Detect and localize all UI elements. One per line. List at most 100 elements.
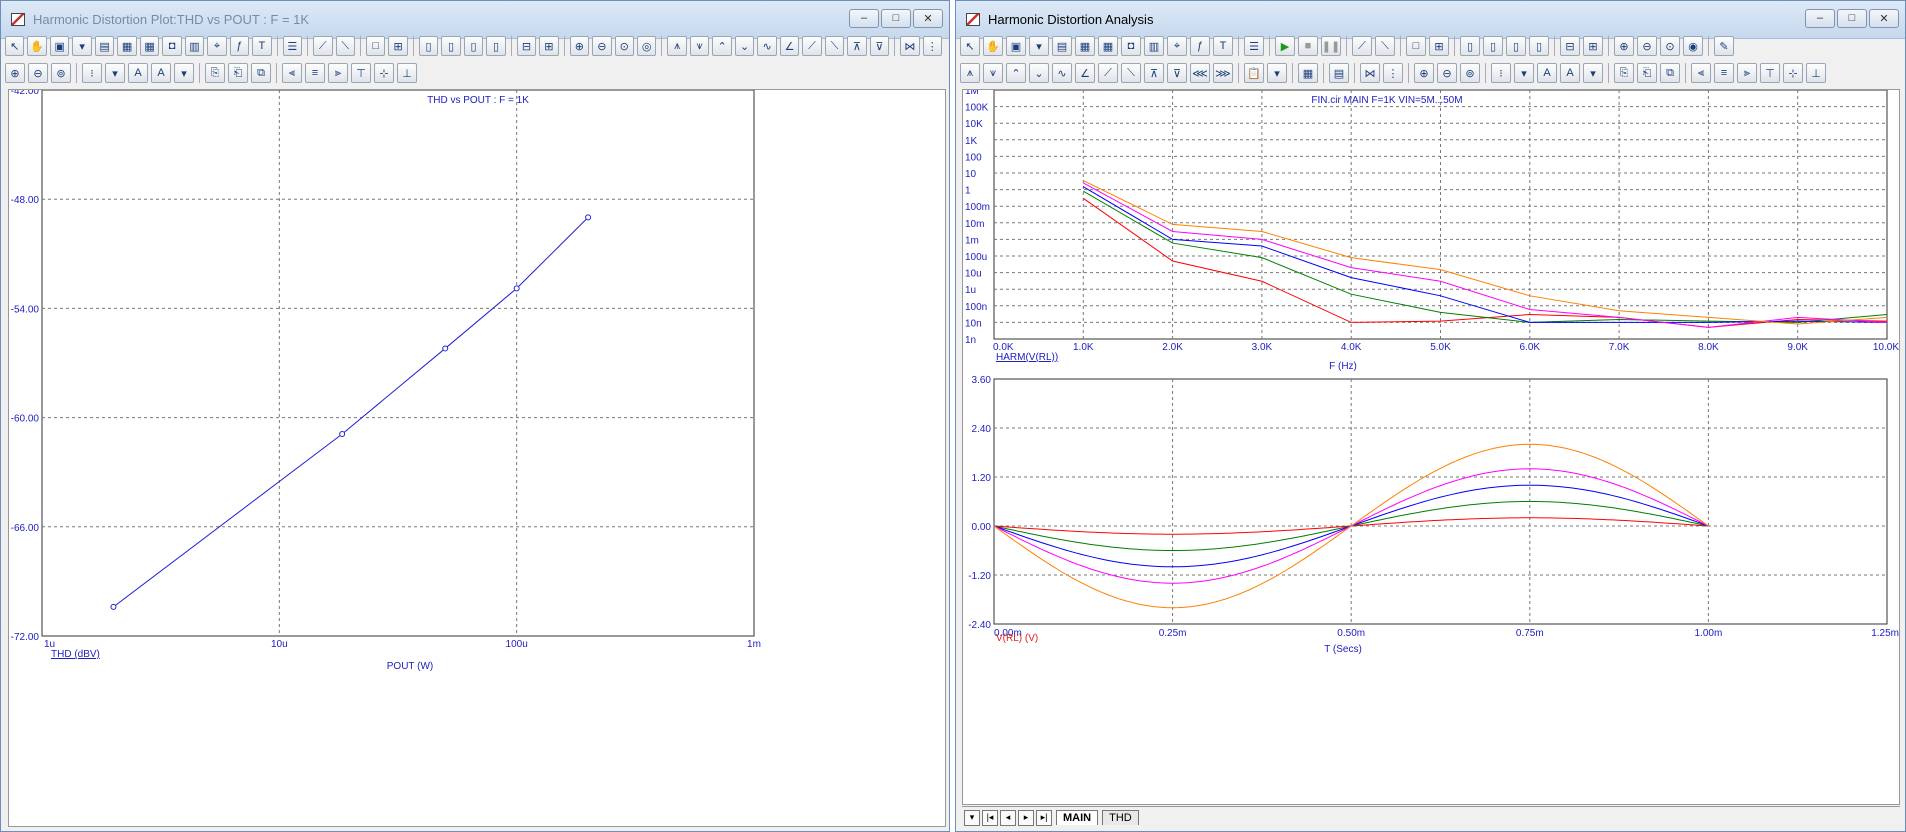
align-left-icon[interactable]: ⫷ xyxy=(1691,63,1711,83)
align-bottom-icon[interactable]: ⊥ xyxy=(397,63,417,83)
zoom-reset-icon[interactable]: ◎ xyxy=(637,36,657,56)
bottom-icon[interactable]: ⊽ xyxy=(869,36,890,56)
graph-icon[interactable]: ▤ xyxy=(94,36,115,56)
grid-style-icon[interactable]: ⁝ xyxy=(1491,63,1511,83)
inflection-icon[interactable]: ∿ xyxy=(757,36,777,56)
box-icon[interactable]: □ xyxy=(1406,36,1426,56)
function-icon[interactable]: ƒ xyxy=(1190,36,1210,56)
right-close-button[interactable]: ✕ xyxy=(1869,9,1899,28)
high-icon[interactable]: ⌃ xyxy=(712,36,732,56)
layout-4-icon[interactable]: ▯ xyxy=(486,36,506,56)
grid-dropdown-icon[interactable]: ▾ xyxy=(105,63,125,83)
slope-icon[interactable]: ∠ xyxy=(779,36,800,56)
align-middle-icon[interactable]: ⊹ xyxy=(1783,63,1803,83)
valley-icon[interactable]: ⩛ xyxy=(689,36,710,56)
pan-icon[interactable]: ✋ xyxy=(27,36,47,56)
font-dropdown-icon[interactable]: ▾ xyxy=(174,63,194,83)
zoom-in-small-icon[interactable]: ⊕ xyxy=(5,63,25,83)
right-maximize-button[interactable]: □ xyxy=(1837,9,1867,28)
grid-icon[interactable]: ▦ xyxy=(1098,36,1118,56)
scale-icon[interactable]: ▣ xyxy=(1006,36,1026,56)
align-middle-icon[interactable]: ⊹ xyxy=(374,63,394,83)
harmonics-y-label[interactable]: HARM(V(RL)) xyxy=(996,352,1058,363)
font-style-icon[interactable]: A xyxy=(151,63,171,83)
duplicate-icon[interactable]: ⧉ xyxy=(1660,63,1680,83)
right-minimize-button[interactable]: – xyxy=(1805,9,1835,28)
scale-icon[interactable]: ▣ xyxy=(49,36,70,56)
text-icon[interactable]: T xyxy=(252,36,272,56)
top-icon[interactable]: ⊼ xyxy=(1144,63,1164,83)
line-erase-icon[interactable]: ⟍ xyxy=(1375,36,1395,56)
edit-icon[interactable]: ✎ xyxy=(1714,36,1734,56)
select-mode-icon[interactable]: ↖ xyxy=(960,36,980,56)
pan-icon[interactable]: ✋ xyxy=(983,36,1003,56)
grid-icon[interactable]: ▦ xyxy=(139,36,160,56)
thd-plot-area[interactable]: THD vs POUT : F = 1K -42.00 -48.00 -54.00 -… xyxy=(8,86,946,827)
layout-3-icon[interactable]: ▯ xyxy=(1506,36,1526,56)
zoom-in-icon[interactable]: ⊕ xyxy=(1614,36,1634,56)
top-icon[interactable]: ⊼ xyxy=(847,36,867,56)
align-right-icon[interactable]: ⫸ xyxy=(1737,63,1757,83)
font-icon[interactable]: A xyxy=(1537,63,1557,83)
prev-point-icon[interactable]: ⟍ xyxy=(1121,63,1141,83)
cursor-icon[interactable]: ⌖ xyxy=(207,36,227,56)
align-top-icon[interactable]: ⊤ xyxy=(351,63,371,83)
layout-3-icon[interactable]: ▯ xyxy=(463,36,484,56)
valley-icon[interactable]: ⩛ xyxy=(983,63,1003,83)
graph-icon[interactable]: ▤ xyxy=(1052,36,1072,56)
y-axis-label[interactable]: THD (dBV) xyxy=(51,649,100,660)
duplicate-icon[interactable]: ⧉ xyxy=(251,63,271,83)
clipboard-dropdown-icon[interactable]: ▾ xyxy=(1267,63,1287,83)
properties-icon[interactable]: ☰ xyxy=(282,36,303,56)
copy-icon[interactable]: ⎘ xyxy=(1614,63,1634,83)
split-both-icon[interactable]: ⊞ xyxy=(539,36,559,56)
tokens-icon[interactable]: ▥ xyxy=(1144,36,1164,56)
left-minimize-button[interactable]: – xyxy=(849,9,879,28)
next-point-icon[interactable]: ⟋ xyxy=(802,36,822,56)
align-top-icon[interactable]: ⊤ xyxy=(1760,63,1780,83)
tab-thd[interactable]: THD xyxy=(1102,810,1139,825)
select-mode-icon[interactable]: ↖ xyxy=(5,36,25,56)
zoom-out-icon[interactable]: ⊖ xyxy=(592,36,612,56)
text-icon[interactable]: T xyxy=(1213,36,1233,56)
dropdown-icon[interactable]: ▾ xyxy=(72,36,92,56)
font-icon[interactable]: A xyxy=(128,63,148,83)
grid-style-icon[interactable]: ⁝ xyxy=(82,63,102,83)
tokens-icon[interactable]: ▥ xyxy=(184,36,205,56)
left-maximize-button[interactable]: □ xyxy=(881,9,911,28)
align-left-icon[interactable]: ⫷ xyxy=(282,63,302,83)
zoom-fit-icon[interactable]: ⊙ xyxy=(614,36,634,56)
align-bottom-icon[interactable]: ⊥ xyxy=(1806,63,1826,83)
clipboard-icon[interactable]: 📋 xyxy=(1244,63,1264,83)
frame-icon[interactable]: ⊞ xyxy=(1429,36,1449,56)
scope-icon[interactable]: ⊚ xyxy=(51,63,71,83)
scope-icon[interactable]: ⊚ xyxy=(1460,63,1480,83)
prev-tab-icon[interactable]: ◂ xyxy=(1000,809,1016,826)
align-center-icon[interactable]: ≡ xyxy=(1714,63,1734,83)
high-icon[interactable]: ⌃ xyxy=(1006,63,1026,83)
split-horizontal-icon[interactable]: ⊟ xyxy=(1560,36,1580,56)
next-point-icon[interactable]: ⟋ xyxy=(1098,63,1118,83)
low-icon[interactable]: ⌄ xyxy=(1029,63,1049,83)
zoom-out-icon[interactable]: ⊖ xyxy=(1637,36,1657,56)
zoom-out-small-icon[interactable]: ⊖ xyxy=(1437,63,1457,83)
zoom-in-small-icon[interactable]: ⊕ xyxy=(1414,63,1434,83)
layout-1-icon[interactable]: ▯ xyxy=(1460,36,1480,56)
pause-icon[interactable]: ❚❚ xyxy=(1321,36,1341,56)
box-icon[interactable]: □ xyxy=(365,36,386,56)
dropdown-icon[interactable]: ▾ xyxy=(1029,36,1049,56)
copy-icon[interactable]: ⎘ xyxy=(205,63,225,83)
bottom-icon[interactable]: ⊽ xyxy=(1167,63,1187,83)
analysis-plot-area[interactable]: FIN.cir MAIN F=1K VIN=5M...50M 1M 100K 10K… xyxy=(962,86,1900,805)
line-draw-icon[interactable]: ⟋ xyxy=(1352,36,1372,56)
low-icon[interactable]: ⌄ xyxy=(734,36,755,56)
calculator-icon[interactable]: ▦ xyxy=(1298,63,1318,83)
split-both-icon[interactable]: ⊞ xyxy=(1583,36,1603,56)
grid-dropdown-icon[interactable]: ▾ xyxy=(1514,63,1534,83)
line-draw-icon[interactable]: ⟋ xyxy=(313,36,333,56)
last-tab-icon[interactable]: ▸| xyxy=(1036,809,1052,826)
zoom-in-icon[interactable]: ⊕ xyxy=(569,36,590,56)
peak-icon[interactable]: ⩚ xyxy=(960,63,980,83)
frame-icon[interactable]: ⊞ xyxy=(388,36,408,56)
zoom-fit-icon[interactable]: ⊙ xyxy=(1660,36,1680,56)
